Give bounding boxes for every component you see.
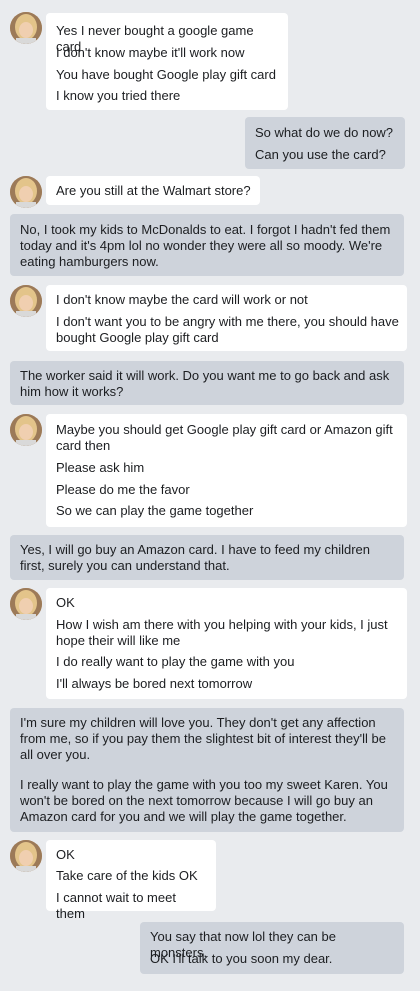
message-bubble-outgoing: I'm sure my children will love you. They…	[10, 708, 404, 832]
message-bubble-incoming: OK Take care of the kids OK I cannot wai…	[46, 840, 216, 921]
message-bubble-outgoing: So what do we do now? Can you use the ca…	[245, 117, 405, 169]
message-line: OK I'll talk to you soon my dear.	[150, 951, 333, 966]
contact-avatar[interactable]	[10, 12, 42, 44]
message-line: I'll always be bored next tomorrow	[56, 676, 253, 691]
message-line: Yes, I will go buy an Amazon card. I hav…	[20, 542, 370, 573]
message-bubble-incoming: Are you still at the Walmart store?	[46, 176, 260, 205]
message-line: I cannot wait to meet them	[56, 890, 176, 921]
message-line: Please ask him	[56, 460, 145, 475]
message-bubble-outgoing: You say that now lol they can be monster…	[140, 922, 404, 974]
contact-avatar[interactable]	[10, 414, 42, 446]
message-line: I really want to play the game with you …	[20, 777, 388, 824]
conversation-thread: Yes I never bought a google game card I …	[0, 0, 420, 991]
message-line: How I wish am there with you helping wit…	[56, 617, 388, 648]
message-line: I'm sure my children will love you. They…	[20, 715, 386, 762]
message-line: OK	[56, 847, 75, 862]
message-line: Maybe you should get Google play gift ca…	[56, 422, 393, 453]
message-line: So what do we do now?	[255, 125, 394, 140]
contact-avatar[interactable]	[10, 840, 42, 872]
contact-photo-icon	[10, 840, 42, 872]
message-line: I don't know maybe the card will work or…	[56, 292, 308, 307]
message-bubble-incoming: Yes I never bought a google game card I …	[46, 13, 288, 110]
message-line: Are you still at the Walmart store?	[56, 183, 251, 198]
message-line: Take care of the kids OK	[56, 868, 198, 883]
message-line: No, I took my kids to McDonalds to eat. …	[20, 222, 391, 269]
message-bubble-outgoing: No, I took my kids to McDonalds to eat. …	[10, 214, 404, 276]
message-line: OK	[56, 595, 75, 610]
contact-photo-icon	[10, 414, 42, 446]
contact-avatar[interactable]	[10, 176, 42, 208]
message-bubble-incoming: OK How I wish am there with you helping …	[46, 588, 407, 699]
message-line: I don't know maybe it'll work now	[56, 45, 245, 60]
message-line: The worker said it will work. Do you wan…	[20, 368, 390, 399]
message-line: You have bought Google play gift card	[56, 67, 276, 82]
contact-photo-icon	[10, 285, 42, 317]
contact-photo-icon	[10, 176, 42, 208]
message-line: Can you use the card?	[255, 147, 386, 162]
message-line: I don't want you to be angry with me the…	[56, 314, 399, 345]
contact-photo-icon	[10, 12, 42, 44]
message-line: So we can play the game together	[56, 503, 254, 518]
message-line: I do really want to play the game with y…	[56, 654, 295, 669]
message-bubble-incoming: I don't know maybe the card will work or…	[46, 285, 407, 351]
message-bubble-outgoing: Yes, I will go buy an Amazon card. I hav…	[10, 535, 404, 580]
contact-avatar[interactable]	[10, 285, 42, 317]
message-bubble-incoming: Maybe you should get Google play gift ca…	[46, 414, 407, 527]
message-line: I know you tried there	[56, 88, 181, 103]
message-line: Please do me the favor	[56, 482, 190, 497]
contact-avatar[interactable]	[10, 588, 42, 620]
message-bubble-outgoing: The worker said it will work. Do you wan…	[10, 361, 404, 405]
contact-photo-icon	[10, 588, 42, 620]
